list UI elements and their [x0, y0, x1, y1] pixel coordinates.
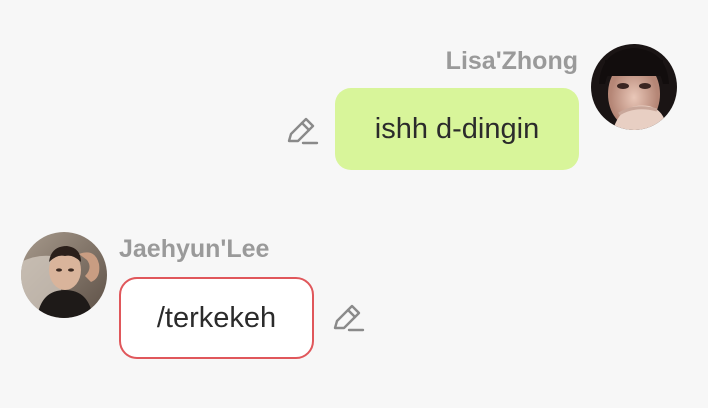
sender-name-jaehyun: Jaehyun'Lee — [119, 235, 270, 263]
pencil-icon[interactable] — [285, 115, 319, 149]
avatar-jaehyun[interactable] — [21, 232, 107, 318]
pencil-icon[interactable] — [331, 302, 365, 336]
message-bubble-jaehyun[interactable]: /terkekeh — [119, 277, 314, 359]
sender-name-lisa: Lisa'Zhong — [445, 47, 578, 75]
avatar-lisa[interactable] — [591, 44, 677, 130]
message-bubble-lisa[interactable]: ishh d-dingin — [335, 88, 579, 170]
